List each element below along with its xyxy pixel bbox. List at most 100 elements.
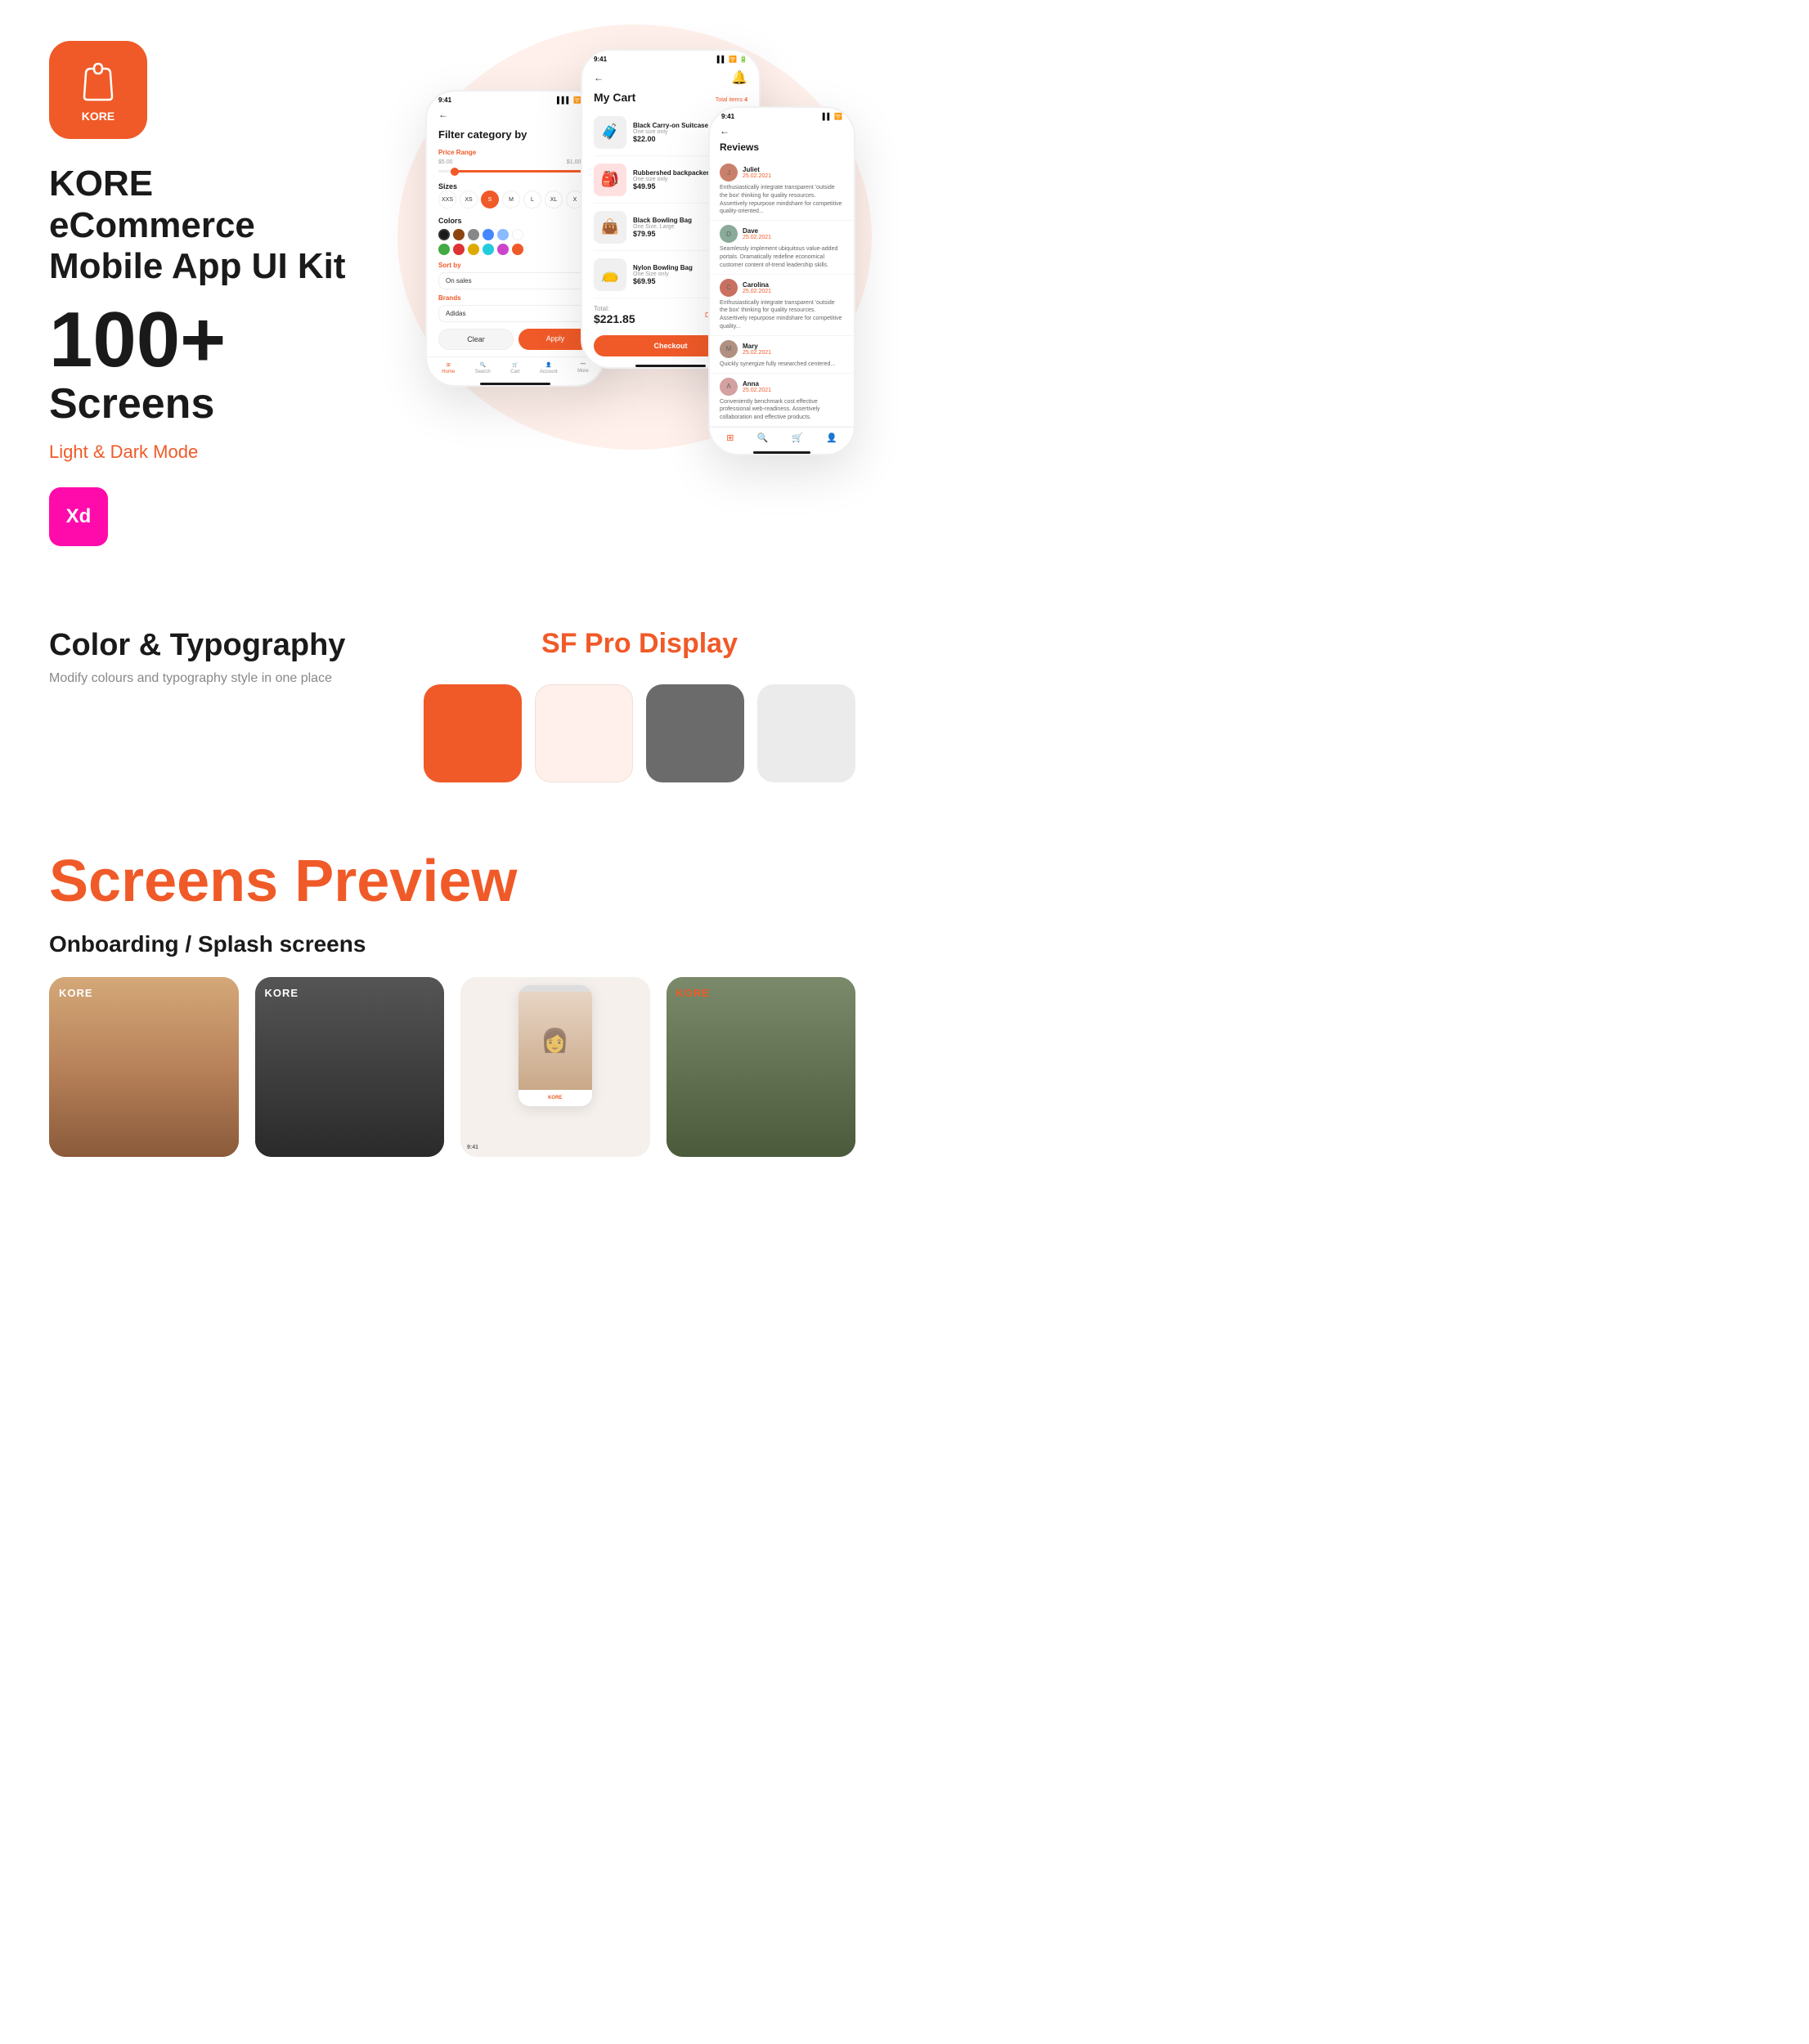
cart-total-text: Total: bbox=[594, 305, 635, 312]
account-icon: 👤 bbox=[545, 362, 551, 368]
review-3: C Carolina 25.02.2021 Enthusiastically i… bbox=[710, 275, 854, 336]
cart-status-bar: 9:41 ▌▌ 🛜 🔋 bbox=[582, 51, 759, 65]
color-orange[interactable] bbox=[512, 244, 523, 255]
reviews-nav-search[interactable]: 🔍 bbox=[757, 433, 769, 443]
review-1-meta: Juliet 25.02.2021 bbox=[743, 166, 771, 179]
hero-right: 9:41 ▌▌▌ 🛜 🔋 ← Filter category by Price … bbox=[393, 41, 855, 546]
color-gray[interactable] bbox=[468, 229, 479, 240]
screen-3-figure: 👩 bbox=[541, 1027, 569, 1054]
color-cyan[interactable] bbox=[483, 244, 494, 255]
price-range-slider[interactable] bbox=[438, 170, 592, 173]
color-purple[interactable] bbox=[497, 244, 509, 255]
size-xs[interactable]: XS bbox=[460, 191, 478, 208]
hero-count: 100+ bbox=[49, 301, 360, 379]
color-red[interactable] bbox=[453, 244, 465, 255]
cart-bell-icon[interactable]: 🔔 bbox=[731, 69, 747, 86]
screen-3-status: 9:41 bbox=[467, 1145, 478, 1150]
nav-search-label: Search bbox=[475, 370, 491, 374]
screen-2-label: KORE bbox=[255, 977, 309, 1009]
cart-item-1-img: 🧳 bbox=[594, 116, 626, 149]
review-2-header: D Dave 25.02.2021 bbox=[720, 225, 844, 243]
size-s[interactable]: S bbox=[481, 191, 499, 208]
review-3-date: 25.02.2021 bbox=[743, 289, 771, 294]
nav-home-label: Home bbox=[442, 370, 455, 374]
reviews-nav-account[interactable]: 👤 bbox=[826, 433, 837, 443]
reviews-wifi-icon: 🛜 bbox=[834, 113, 842, 120]
screen-3-phone-content: 👩 bbox=[518, 992, 592, 1090]
review-1: J Juliet 25.02.2021 Enthusiastically int… bbox=[710, 159, 854, 221]
screen-1-label: KORE bbox=[49, 977, 103, 1009]
sizes-label: Sizes bbox=[438, 182, 592, 191]
cart-battery-icon: 🔋 bbox=[739, 56, 747, 63]
color-green[interactable] bbox=[438, 244, 450, 255]
screen-card-2: KORE bbox=[255, 977, 445, 1157]
font-name: SF Pro Display bbox=[424, 628, 855, 660]
color-typo-subtitle: Modify colours and typography style in o… bbox=[49, 671, 358, 686]
screen-card-4: KORE bbox=[667, 977, 856, 1157]
app-icon-label: KORE bbox=[82, 110, 114, 123]
review-5-text: Conveniently benchmark cost effective pr… bbox=[720, 398, 844, 422]
sizes-row: XXS XS S M L XL X bbox=[438, 191, 592, 208]
reviews-nav-home[interactable]: ⊞ bbox=[726, 433, 734, 443]
price-range-thumb[interactable] bbox=[451, 168, 459, 176]
color-white[interactable] bbox=[512, 229, 523, 240]
cart-back-arrow[interactable]: ← bbox=[594, 72, 604, 83]
phone-filter-mockup: 9:41 ▌▌▌ 🛜 🔋 ← Filter category by Price … bbox=[425, 90, 605, 387]
color-brown[interactable] bbox=[453, 229, 465, 240]
size-m[interactable]: M bbox=[502, 191, 520, 208]
color-blue[interactable] bbox=[483, 229, 494, 240]
review-3-name: Carolina bbox=[743, 281, 771, 289]
colors-row-1 bbox=[438, 229, 592, 240]
screen-4-label: KORE bbox=[667, 977, 720, 1009]
size-xxs[interactable]: XXS bbox=[438, 191, 456, 208]
review-4: M Mary 25.02.2021 Quickly synergize full… bbox=[710, 336, 854, 374]
phone-reviews-mockup: 9:41 ▌▌ 🛜 ← Reviews J Juliet bbox=[708, 106, 855, 455]
screen-3-kore: KORE bbox=[548, 1096, 562, 1100]
search-icon: 🔍 bbox=[479, 362, 485, 368]
back-arrow-icon[interactable]: ← bbox=[438, 109, 448, 120]
review-5-meta: Anna 25.02.2021 bbox=[743, 380, 771, 393]
colors-label: Colors bbox=[438, 217, 592, 225]
nav-more-label: More bbox=[577, 369, 589, 374]
color-typo-right: SF Pro Display bbox=[424, 628, 855, 782]
size-l[interactable]: L bbox=[523, 191, 541, 208]
nav-home[interactable]: ⊞ Home bbox=[442, 362, 455, 374]
nav-account[interactable]: 👤 Account bbox=[540, 362, 558, 374]
color-yellow[interactable] bbox=[468, 244, 479, 255]
filter-back-nav: ← bbox=[427, 105, 604, 122]
brands-dropdown[interactable]: Adidas ▾ bbox=[438, 305, 592, 322]
review-5: A Anna 25.02.2021 Conveniently benchmark… bbox=[710, 374, 854, 427]
nav-more[interactable]: ••• More bbox=[577, 362, 589, 374]
size-xl[interactable]: XL bbox=[545, 191, 563, 208]
filter-time: 9:41 bbox=[438, 96, 451, 104]
brands-label: Brands bbox=[438, 294, 592, 302]
color-black[interactable] bbox=[438, 229, 450, 240]
cart-total-label: Total items 4 bbox=[716, 97, 747, 103]
screen-card-3: 👩 KORE 9:41 bbox=[460, 977, 650, 1157]
nav-cart[interactable]: 🛒 Cart bbox=[510, 362, 519, 374]
reviews-status-bar: 9:41 ▌▌ 🛜 bbox=[710, 108, 854, 122]
reviews-back-arrow[interactable]: ← bbox=[720, 125, 729, 137]
review-4-text: Quickly synergize fully researched cente… bbox=[720, 361, 844, 369]
review-2: D Dave 25.02.2021 Seamlessly implement u… bbox=[710, 221, 854, 274]
nav-cart-label: Cart bbox=[510, 370, 519, 374]
cart-item-4-img: 👝 bbox=[594, 258, 626, 291]
cart-signal-icon: ▌▌ bbox=[717, 56, 726, 63]
clear-button[interactable]: Clear bbox=[438, 329, 514, 350]
cart-title: My Cart bbox=[594, 91, 635, 104]
price-range-label: Price Range bbox=[438, 149, 592, 156]
xd-badge: Xd bbox=[49, 487, 108, 546]
review-1-date: 25.02.2021 bbox=[743, 173, 771, 179]
sort-dropdown[interactable]: On sales ▾ bbox=[438, 272, 592, 289]
reviews-nav-cart[interactable]: 🛒 bbox=[792, 433, 803, 443]
color-lightblue[interactable] bbox=[497, 229, 509, 240]
colors-row-2 bbox=[438, 244, 592, 255]
more-icon: ••• bbox=[581, 362, 586, 367]
home-icon: ⊞ bbox=[447, 362, 451, 368]
hero-mode: Light & Dark Mode bbox=[49, 442, 360, 463]
price-range-labels: $5.00 $1,000.00 bbox=[438, 159, 592, 165]
nav-search[interactable]: 🔍 Search bbox=[475, 362, 491, 374]
review-3-meta: Carolina 25.02.2021 bbox=[743, 281, 771, 294]
swatch-light-gray bbox=[757, 684, 855, 782]
sort-label: Sort by bbox=[438, 262, 592, 269]
